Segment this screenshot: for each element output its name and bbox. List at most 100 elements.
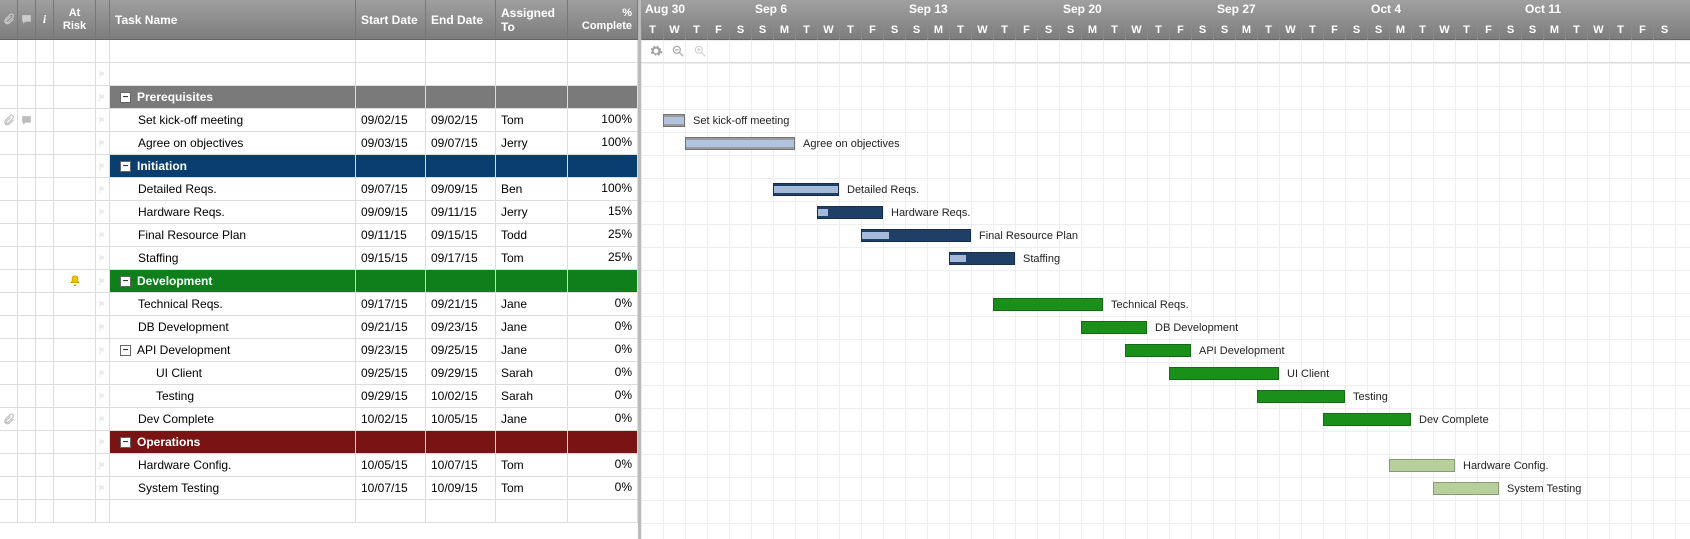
group-cell[interactable] (356, 86, 426, 108)
flag-icon[interactable] (96, 201, 110, 223)
task-assignee[interactable]: Sarah (496, 385, 568, 407)
group-name[interactable]: Initiation (110, 155, 356, 177)
info-cell[interactable] (36, 109, 54, 131)
gantt-bar[interactable]: Hardware Config. (1389, 454, 1549, 477)
group-name[interactable]: Prerequisites (110, 86, 356, 108)
comment-cell[interactable] (18, 385, 36, 407)
attach-cell[interactable] (0, 454, 18, 476)
task-start[interactable]: 09/03/15 (356, 132, 426, 154)
comment-cell[interactable] (18, 201, 36, 223)
task-start[interactable]: 09/11/15 (356, 224, 426, 246)
info-cell[interactable] (36, 132, 54, 154)
flag-icon[interactable] (96, 408, 110, 430)
name-cell[interactable] (110, 63, 356, 85)
flag-icon[interactable] (96, 362, 110, 384)
task-assignee[interactable]: Sarah (496, 362, 568, 384)
task-pct[interactable]: 15% (568, 201, 638, 223)
group-cell[interactable] (568, 270, 638, 292)
task-end[interactable]: 09/17/15 (426, 247, 496, 269)
atrisk-cell[interactable] (54, 86, 96, 108)
collapse-toggle[interactable] (120, 161, 131, 172)
task-end[interactable]: 10/05/15 (426, 408, 496, 430)
atrisk-cell[interactable] (54, 155, 96, 177)
blank-cell[interactable] (356, 500, 426, 522)
task-start[interactable]: 09/21/15 (356, 316, 426, 338)
collapse-toggle[interactable] (120, 276, 131, 287)
blank-cell[interactable] (496, 40, 568, 62)
group-name[interactable]: Development (110, 270, 356, 292)
blank-cell[interactable] (54, 40, 96, 62)
gantt-bar[interactable]: Dev Complete (1323, 408, 1489, 431)
group-cell[interactable] (568, 155, 638, 177)
task-assignee[interactable]: Todd (496, 224, 568, 246)
atrisk-cell[interactable] (54, 247, 96, 269)
task-pct[interactable]: 0% (568, 362, 638, 384)
task-name[interactable]: Dev Complete (110, 408, 356, 430)
task-start[interactable]: 10/07/15 (356, 477, 426, 499)
gantt-bar[interactable]: UI Client (1169, 362, 1329, 385)
task-pct[interactable]: 25% (568, 247, 638, 269)
gantt-bar[interactable]: Agree on objectives (685, 132, 900, 155)
blank-cell[interactable] (54, 500, 96, 522)
flag-icon[interactable] (96, 270, 110, 292)
task-start[interactable]: 09/15/15 (356, 247, 426, 269)
info-cell[interactable] (36, 201, 54, 223)
atrisk-cell[interactable] (54, 109, 96, 131)
gantt-bar[interactable]: Final Resource Plan (861, 224, 1078, 247)
gantt-bar[interactable]: Technical Reqs. (993, 293, 1189, 316)
flag-icon[interactable] (96, 109, 110, 131)
comment-cell[interactable] (18, 247, 36, 269)
task-end[interactable]: 09/15/15 (426, 224, 496, 246)
attach-cell[interactable] (0, 224, 18, 246)
flag-icon[interactable] (96, 431, 110, 453)
group-cell[interactable] (496, 270, 568, 292)
group-cell[interactable] (356, 155, 426, 177)
col-header-assigned-to[interactable]: Assigned To (496, 0, 568, 39)
attach-cell[interactable] (0, 293, 18, 315)
group-cell[interactable] (426, 270, 496, 292)
task-end[interactable]: 09/02/15 (426, 109, 496, 131)
task-end[interactable]: 09/29/15 (426, 362, 496, 384)
group-name[interactable]: Operations (110, 431, 356, 453)
task-end[interactable]: 09/25/15 (426, 339, 496, 361)
group-cell[interactable] (568, 86, 638, 108)
task-assignee[interactable]: Jerry (496, 201, 568, 223)
attach-cell[interactable] (0, 339, 18, 361)
task-end[interactable]: 09/11/15 (426, 201, 496, 223)
atrisk-cell[interactable] (54, 63, 96, 85)
assign-cell[interactable] (496, 63, 568, 85)
flag-icon[interactable] (96, 339, 110, 361)
info-cell[interactable] (36, 454, 54, 476)
task-assignee[interactable]: Jane (496, 293, 568, 315)
group-cell[interactable] (496, 86, 568, 108)
flag-icon[interactable] (96, 477, 110, 499)
flag-icon[interactable] (96, 385, 110, 407)
info-cell[interactable] (36, 385, 54, 407)
task-pct[interactable]: 0% (568, 454, 638, 476)
task-assignee[interactable]: Jane (496, 339, 568, 361)
info-cell[interactable] (36, 362, 54, 384)
comment-cell[interactable] (18, 316, 36, 338)
attach-cell[interactable] (0, 385, 18, 407)
comment-cell[interactable] (18, 109, 36, 131)
comment-cell[interactable] (18, 362, 36, 384)
task-start[interactable]: 09/23/15 (356, 339, 426, 361)
col-header-start-date[interactable]: Start Date (356, 0, 426, 39)
task-end[interactable]: 09/09/15 (426, 178, 496, 200)
info-cell[interactable] (36, 293, 54, 315)
blank-cell[interactable] (0, 40, 18, 62)
comment-cell[interactable] (18, 224, 36, 246)
task-name[interactable]: Final Resource Plan (110, 224, 356, 246)
task-pct[interactable]: 0% (568, 316, 638, 338)
blank-cell[interactable] (356, 40, 426, 62)
attach-cell[interactable] (0, 63, 18, 85)
info-cell[interactable] (36, 155, 54, 177)
col-header-end-date[interactable]: End Date (426, 0, 496, 39)
task-name[interactable]: Technical Reqs. (110, 293, 356, 315)
attach-cell[interactable] (0, 132, 18, 154)
task-pct[interactable]: 25% (568, 224, 638, 246)
atrisk-cell[interactable] (54, 385, 96, 407)
task-name[interactable]: Testing (110, 385, 356, 407)
col-header-info[interactable]: i (36, 0, 54, 39)
task-pct[interactable]: 100% (568, 178, 638, 200)
